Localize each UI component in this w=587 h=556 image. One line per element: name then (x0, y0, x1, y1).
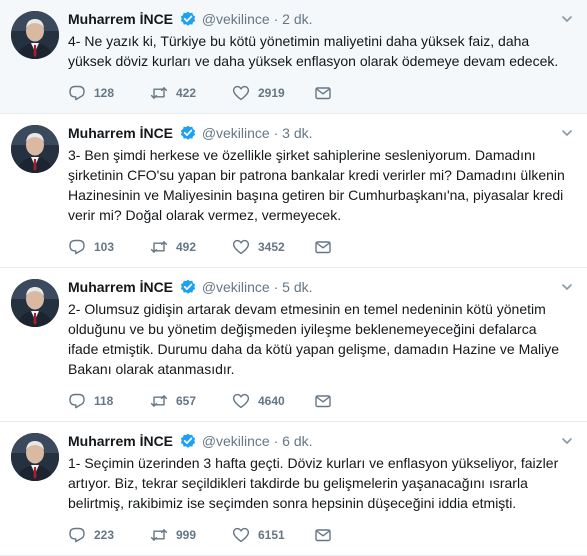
retweet-icon (150, 529, 168, 541)
separator-dot: · (273, 279, 279, 295)
tweet-actions: 223 999 6151 (68, 525, 571, 555)
separator-dot: · (273, 433, 279, 449)
retweet-icon (150, 241, 168, 253)
avatar-image (11, 125, 59, 173)
author-name[interactable]: Muharrem İNCE (68, 433, 173, 449)
separator-dot: · (273, 11, 279, 27)
retweet-count: 657 (176, 394, 197, 408)
avatar[interactable] (11, 11, 59, 59)
author-handle[interactable]: @vekilince (202, 125, 270, 141)
retweet-icon (150, 87, 168, 99)
tweet-text: 3- Ben şimdi herkese ve özellikle şirket… (68, 147, 565, 223)
verified-badge-icon (180, 125, 196, 145)
reply-button[interactable]: 118 (68, 392, 150, 410)
verified-badge-icon (180, 433, 196, 453)
like-icon (232, 239, 250, 255)
direct-message-button[interactable] (314, 84, 332, 102)
reply-count: 128 (94, 86, 115, 100)
like-icon (232, 527, 250, 543)
tweet-actions: 118 657 4640 (68, 391, 571, 421)
avatar-image (11, 11, 59, 59)
direct-message-button[interactable] (314, 238, 332, 256)
like-button[interactable]: 2919 (232, 84, 314, 102)
retweet-button[interactable]: 999 (150, 526, 232, 544)
like-icon (232, 393, 250, 409)
tweet-text: 4- Ne yazık ki, Türkiye bu kötü yönetimi… (68, 33, 559, 69)
reply-button[interactable]: 103 (68, 238, 150, 256)
author-handle[interactable]: @vekilince (202, 433, 270, 449)
tweet-timeline: Muharrem İNCE @vekilince · 2 dk. 4- Ne y… (0, 0, 587, 556)
retweet-button[interactable]: 422 (150, 84, 232, 102)
retweet-button[interactable]: 492 (150, 238, 232, 256)
direct-message-button[interactable] (314, 392, 332, 410)
retweet-count: 422 (176, 86, 197, 100)
author-handle[interactable]: @vekilince (202, 11, 270, 27)
verified-badge-icon (180, 279, 196, 299)
chevron-down-icon[interactable] (561, 126, 573, 138)
tweet-header: Muharrem İNCE @vekilince · 6 dk. (68, 432, 571, 450)
direct-message-icon (315, 395, 331, 408)
verified-badge-icon (180, 11, 196, 31)
tweet-timestamp[interactable]: 5 dk. (282, 279, 312, 295)
like-count: 2919 (258, 86, 285, 100)
direct-message-button[interactable] (314, 526, 332, 544)
author-name[interactable]: Muharrem İNCE (68, 11, 173, 27)
tweet-actions: 128 422 2919 (68, 83, 571, 113)
author-name[interactable]: Muharrem İNCE (68, 279, 173, 295)
separator-dot: · (273, 125, 279, 141)
tweet[interactable]: Muharrem İNCE @vekilince · 5 dk. 2- Olum… (0, 268, 587, 422)
direct-message-icon (315, 241, 331, 254)
reply-icon (69, 239, 85, 255)
reply-icon (69, 85, 85, 101)
like-button[interactable]: 3452 (232, 238, 314, 256)
avatar-image (11, 433, 59, 481)
chevron-down-icon[interactable] (561, 434, 573, 446)
retweet-icon (150, 395, 168, 407)
retweet-count: 492 (176, 240, 197, 254)
tweet-timestamp[interactable]: 2 dk. (282, 11, 312, 27)
avatar[interactable] (11, 279, 59, 327)
like-count: 3452 (258, 240, 285, 254)
reply-count: 118 (94, 394, 114, 408)
tweet-timestamp[interactable]: 6 dk. (282, 433, 312, 449)
tweet-text: 2- Olumsuz gidişin artarak devam etmesin… (68, 301, 560, 377)
tweet-timestamp[interactable]: 3 dk. (282, 125, 312, 141)
chevron-down-icon[interactable] (561, 12, 573, 24)
reply-button[interactable]: 128 (68, 84, 150, 102)
like-count: 4640 (258, 394, 285, 408)
like-button[interactable]: 6151 (232, 526, 314, 544)
author-name[interactable]: Muharrem İNCE (68, 125, 173, 141)
like-icon (232, 85, 250, 101)
chevron-down-icon[interactable] (561, 280, 573, 292)
tweet-text: 1- Seçimin üzerinden 3 hafta geçti. Dövi… (68, 455, 559, 511)
avatar-image (11, 279, 59, 327)
tweet-header: Muharrem İNCE @vekilince · 3 dk. (68, 124, 571, 142)
reply-count: 103 (94, 240, 115, 254)
tweet-header: Muharrem İNCE @vekilince · 5 dk. (68, 278, 571, 296)
tweet-header: Muharrem İNCE @vekilince · 2 dk. (68, 10, 571, 28)
reply-count: 223 (94, 528, 115, 542)
tweet[interactable]: Muharrem İNCE @vekilince · 2 dk. 4- Ne y… (0, 0, 587, 114)
tweet[interactable]: Muharrem İNCE @vekilince · 3 dk. 3- Ben … (0, 114, 587, 268)
retweet-button[interactable]: 657 (150, 392, 232, 410)
retweet-count: 999 (176, 528, 197, 542)
like-count: 6151 (258, 528, 285, 542)
tweet-actions: 103 492 3452 (68, 237, 571, 267)
author-handle[interactable]: @vekilince (202, 279, 270, 295)
direct-message-icon (315, 87, 331, 100)
avatar[interactable] (11, 433, 59, 481)
direct-message-icon (315, 529, 331, 542)
reply-icon (69, 393, 85, 409)
reply-button[interactable]: 223 (68, 526, 150, 544)
avatar[interactable] (11, 125, 59, 173)
reply-icon (69, 527, 85, 543)
like-button[interactable]: 4640 (232, 392, 314, 410)
